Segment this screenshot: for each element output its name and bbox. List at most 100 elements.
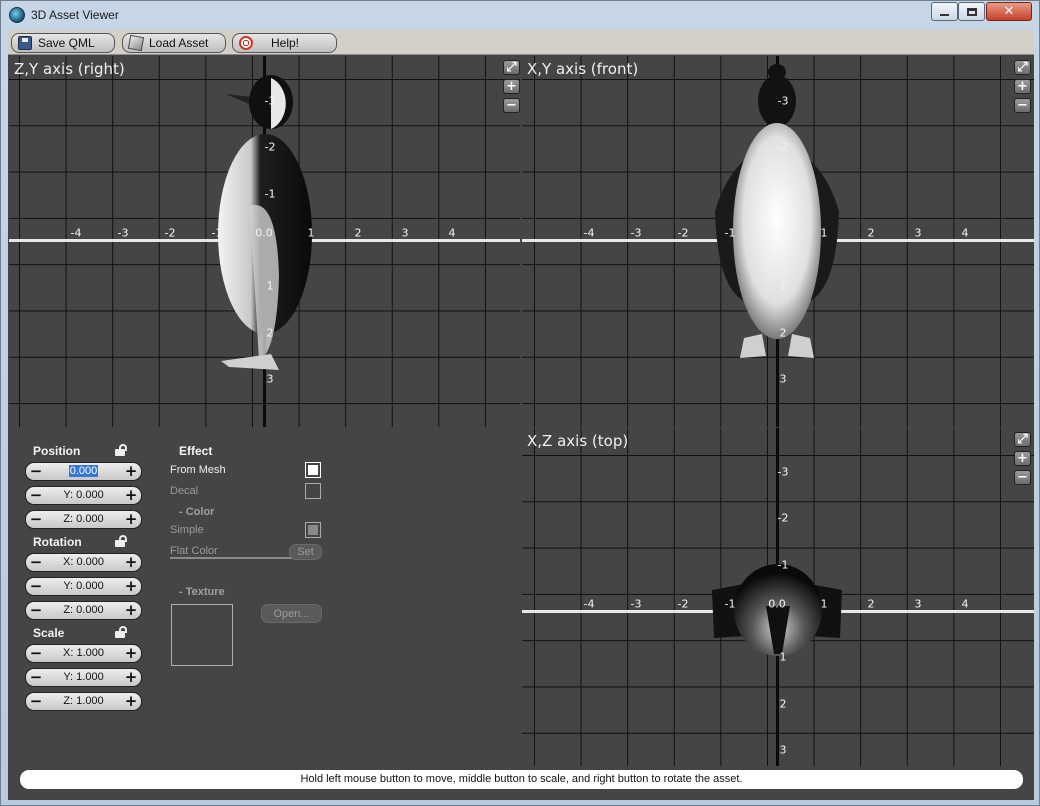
plus-icon[interactable]: + — [124, 645, 138, 662]
plus-icon[interactable]: + — [124, 578, 138, 595]
minus-icon[interactable]: − — [29, 645, 43, 662]
x-tick-label: 4 — [961, 597, 969, 611]
x-tick-label: -3 — [630, 597, 642, 611]
set-color-button[interactable]: Set — [289, 544, 322, 560]
title-bar[interactable]: 3D Asset Viewer ✕ — [1, 1, 1039, 30]
minus-icon[interactable]: − — [29, 511, 43, 528]
y-tick-label: -2 — [777, 511, 789, 525]
load-asset-button[interactable]: Load Asset — [122, 33, 226, 53]
x-tick-label: -4 — [583, 597, 595, 611]
minus-icon[interactable]: − — [29, 554, 43, 571]
help-icon — [239, 36, 253, 50]
rotation-x-stepper[interactable]: − X: 0.000 + — [25, 553, 142, 572]
position-z-field[interactable]: Z: 0.000 — [48, 512, 119, 527]
y-tick-label: 1 — [779, 650, 787, 664]
rotation-z-stepper[interactable]: − Z: 0.000 + — [25, 601, 142, 620]
app-window: 3D Asset Viewer ✕ Save QML Load Asset He… — [0, 0, 1040, 806]
scale-z-field[interactable]: Z: 1.000 — [48, 694, 119, 709]
simple-label: Simple — [170, 524, 204, 536]
scale-lock-icon[interactable] — [115, 626, 127, 638]
rotation-y-stepper[interactable]: − Y: 0.000 + — [25, 577, 142, 596]
zoom-out-button-right[interactable]: − — [503, 98, 520, 113]
fullscreen-button-right[interactable]: ⤢ — [503, 60, 520, 75]
plus-icon[interactable]: + — [124, 511, 138, 528]
y-tick-label: 3 — [266, 372, 274, 386]
app-icon — [9, 7, 25, 23]
y-tick-label: 2 — [779, 697, 787, 711]
scale-y-field[interactable]: Y: 1.000 — [48, 670, 119, 685]
position-x-field[interactable]: 0.000 — [48, 464, 119, 479]
scale-z-stepper[interactable]: − Z: 1.000 + — [25, 692, 142, 711]
x-tick-label: 3 — [401, 226, 409, 240]
zoom-in-button-front[interactable]: + — [1014, 79, 1031, 94]
zoom-out-button-top[interactable]: − — [1014, 470, 1031, 485]
x-tick-label: 0.0 — [768, 226, 786, 240]
close-button[interactable]: ✕ — [986, 2, 1032, 21]
zoom-in-button-right[interactable]: + — [503, 79, 520, 94]
position-y-stepper[interactable]: − Y: 0.000 + — [25, 486, 142, 505]
y-tick-label: 2 — [779, 326, 787, 340]
plus-icon[interactable]: + — [124, 463, 138, 480]
y-tick-label: -3 — [777, 94, 789, 108]
rotation-z-field[interactable]: Z: 0.000 — [48, 603, 119, 618]
scale-y-stepper[interactable]: − Y: 1.000 + — [25, 668, 142, 687]
position-lock-icon[interactable] — [115, 444, 127, 456]
save-qml-label: Save QML — [38, 36, 95, 50]
x-tick-label: -3 — [117, 226, 129, 240]
minimize-icon — [940, 13, 949, 16]
fullscreen-icon: ⤢ — [1017, 60, 1028, 75]
y-tick-label: 3 — [779, 372, 787, 386]
x-tick-label: -1 — [724, 226, 736, 240]
plus-icon: + — [1017, 451, 1028, 466]
x-tick-label: 4 — [961, 226, 969, 240]
decal-checkbox[interactable] — [305, 483, 321, 499]
y-tick-label: -1 — [264, 187, 276, 201]
decal-label: Decal — [170, 485, 199, 497]
from-mesh-checkbox[interactable] — [305, 462, 321, 478]
minus-icon[interactable]: − — [29, 669, 43, 686]
zoom-out-button-front[interactable]: − — [1014, 98, 1031, 113]
rotation-x-field[interactable]: X: 0.000 — [48, 555, 119, 570]
box-icon — [127, 34, 145, 52]
zoom-in-button-top[interactable]: + — [1014, 451, 1031, 466]
x-tick-label: 1 — [307, 226, 315, 240]
position-z-stepper[interactable]: − Z: 0.000 + — [25, 510, 142, 529]
minus-icon[interactable]: − — [29, 602, 43, 619]
plus-icon[interactable]: + — [124, 669, 138, 686]
y-tick-label: 3 — [779, 743, 787, 757]
rotation-lock-icon[interactable] — [115, 535, 127, 547]
x-tick-label: 2 — [867, 226, 875, 240]
viewport-right[interactable]: Z,Y axis (right) ⤢ + − -4 -3 -2 -1 0.0 1 2 3 4 -3… — [9, 56, 520, 427]
save-qml-button[interactable]: Save QML — [11, 33, 115, 53]
open-texture-button[interactable]: Open... — [261, 604, 322, 623]
view-title-top: X,Z axis (top) — [527, 432, 629, 450]
x-tick-label: 2 — [867, 597, 875, 611]
fullscreen-button-front[interactable]: ⤢ — [1014, 60, 1031, 75]
minus-icon[interactable]: − — [29, 487, 43, 504]
window-title: 3D Asset Viewer — [31, 8, 119, 22]
plus-icon[interactable]: + — [124, 693, 138, 710]
help-button[interactable]: Help! — [232, 33, 337, 53]
rotation-y-field[interactable]: Y: 0.000 — [48, 579, 119, 594]
minus-icon[interactable]: − — [29, 693, 43, 710]
fullscreen-icon: ⤢ — [1017, 432, 1028, 447]
plus-icon[interactable]: + — [124, 602, 138, 619]
x-tick-label: -1 — [724, 597, 736, 611]
x-tick-label: 3 — [914, 597, 922, 611]
maximize-button[interactable] — [958, 2, 985, 21]
position-x-stepper[interactable]: −0.000 + — [25, 462, 142, 481]
viewport-top[interactable]: X,Z axis (top) ⤢ + − -4 -3 -2 -1 0.0 1 2 3 4 -3 -2… — [522, 428, 1034, 766]
scale-x-field[interactable]: X: 1.000 — [48, 646, 119, 661]
minimize-button[interactable] — [931, 2, 958, 21]
minus-icon[interactable]: − — [29, 463, 43, 480]
y-tick-label: -2 — [777, 140, 789, 154]
fullscreen-button-top[interactable]: ⤢ — [1014, 432, 1031, 447]
position-y-field[interactable]: Y: 0.000 — [48, 488, 119, 503]
plus-icon[interactable]: + — [124, 487, 138, 504]
viewport-front[interactable]: X,Y axis (front) ⤢ + − -4 -3 -2 -1 0.0 1 2 3 4 -3… — [522, 56, 1034, 427]
x-tick-label: -2 — [677, 226, 689, 240]
minus-icon[interactable]: − — [29, 578, 43, 595]
simple-checkbox[interactable] — [305, 522, 321, 538]
scale-x-stepper[interactable]: − X: 1.000 + — [25, 644, 142, 663]
plus-icon[interactable]: + — [124, 554, 138, 571]
